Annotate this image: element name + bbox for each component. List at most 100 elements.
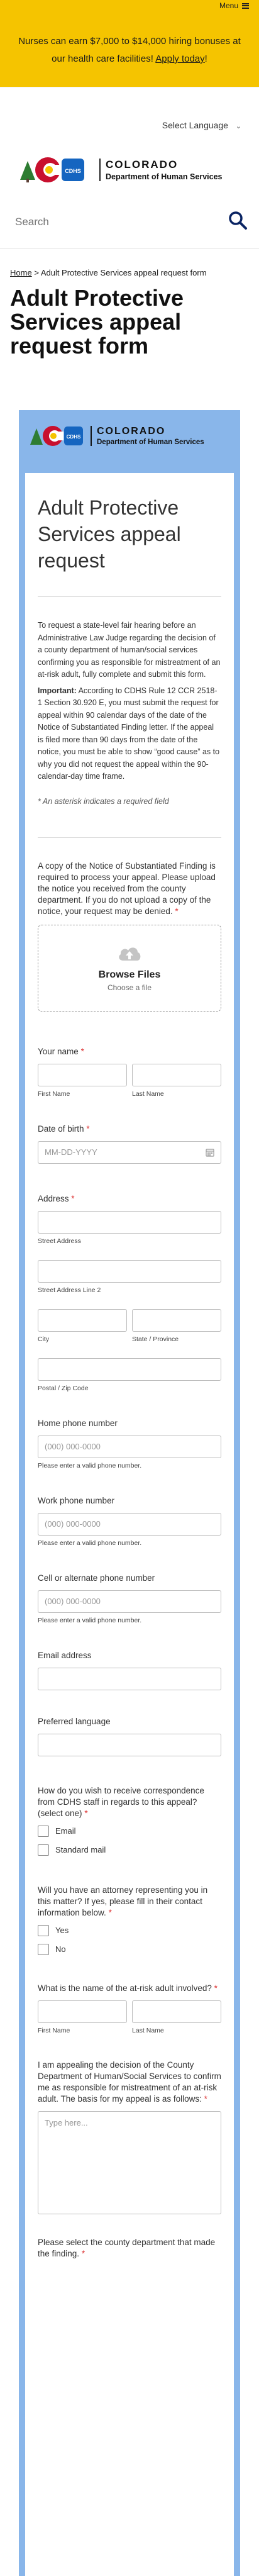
required-asterisk: * [214, 1983, 218, 1993]
county-label: Please select the county department that… [38, 2237, 221, 2260]
site-logo[interactable]: CDHS COLORADO Department of Human Servic… [0, 142, 259, 199]
colorado-logo-icon: CDHS [30, 426, 83, 446]
colorado-logo-icon: CDHS [20, 157, 84, 182]
cell-phone-placeholder: (000) 000-0000 [45, 1597, 101, 1606]
cell-phone-input[interactable]: (000) 000-0000 [38, 1590, 221, 1613]
street2-sublabel: Street Address Line 2 [38, 1286, 101, 1294]
state-input[interactable] [132, 1308, 221, 1332]
form-title: Adult Protective Services appeal request [38, 473, 221, 597]
city-input[interactable] [38, 1308, 127, 1332]
page-title: Adult Protective Services appeal request… [10, 285, 184, 359]
breadcrumb: Home > Adult Protective Services appeal … [0, 249, 259, 277]
dob-label: Date of birth * [38, 1124, 221, 1134]
work-phone-placeholder: (000) 000-0000 [45, 1519, 101, 1529]
adult-last-name-sublabel: Last Name [132, 2026, 164, 2034]
top-bar: Menu [0, 0, 259, 11]
option-email-label: Email [55, 1826, 76, 1836]
correspondence-label: How do you wish to receive correspondenc… [38, 1785, 221, 1819]
svg-text:CDHS: CDHS [65, 168, 81, 174]
required-asterisk: * [84, 1808, 88, 1818]
search-icon[interactable] [228, 210, 248, 230]
required-asterisk: * [80, 1046, 84, 1056]
last-name-sublabel: Last Name [132, 1090, 164, 1098]
postal-code-input[interactable] [38, 1358, 221, 1381]
menu-label: Menu [219, 1, 238, 10]
option-standard-mail-label: Standard mail [55, 1845, 106, 1854]
street-address-input[interactable] [38, 1210, 221, 1234]
search-input[interactable] [15, 213, 216, 231]
work-phone-input[interactable]: (000) 000-0000 [38, 1512, 221, 1536]
adult-last-name-input[interactable] [132, 2000, 221, 2023]
name-label: Your name * [38, 1047, 221, 1056]
logo-text: COLORADO Department of Human Services [99, 159, 222, 181]
adult-first-name-sublabel: First Name [38, 2026, 70, 2034]
apply-today-link[interactable]: Apply today [155, 53, 204, 64]
required-note: * An asterisk indicates a required field [38, 797, 221, 838]
at-risk-adult-label-text: What is the name of the at-risk adult in… [38, 1983, 212, 1993]
no-checkbox[interactable] [38, 1943, 49, 1955]
required-asterisk: * [108, 1907, 112, 1917]
attorney-label: Will you have an attorney representing y… [38, 1885, 221, 1919]
option-no-label: No [55, 1944, 66, 1954]
preferred-language-label: Preferred language [38, 1716, 111, 1726]
appeal-basis-label-text: I am appealing the decision of the Count… [38, 2060, 221, 2104]
language-select[interactable]: Select Language ⌄ [162, 120, 241, 130]
logo-line1: COLORADO [106, 159, 179, 170]
first-name-sublabel: First Name [38, 1090, 70, 1098]
intro-paragraph: To request a state-level fair hearing be… [38, 621, 221, 679]
attorney-label-text: Will you have an attorney representing y… [38, 1885, 208, 1917]
required-asterisk: * [204, 2094, 207, 2104]
browse-files-label: Browse Files [98, 969, 161, 980]
calendar-icon[interactable] [206, 1148, 214, 1157]
breadcrumb-home[interactable]: Home [10, 268, 32, 277]
name-label-text: Your name [38, 1046, 79, 1056]
menu-button[interactable]: Menu [219, 1, 249, 10]
state-sublabel: State / Province [132, 1335, 179, 1343]
home-phone-input[interactable]: (000) 000-0000 [38, 1435, 221, 1458]
option-standard-mail[interactable]: Standard mail [38, 1841, 221, 1860]
option-yes[interactable]: Yes [38, 1921, 221, 1940]
required-asterisk: * [71, 1193, 75, 1203]
form-frame: CDHS COLORADO Department of Human Servic… [19, 410, 240, 2576]
home-phone-hint: Please enter a valid phone number. [38, 1461, 142, 1469]
form-header-logo: CDHS COLORADO Department of Human Servic… [19, 410, 240, 462]
yes-checkbox[interactable] [38, 1924, 49, 1936]
correspondence-label-text: How do you wish to receive correspondenc… [38, 1785, 204, 1818]
choose-file-label: Choose a file [107, 983, 152, 992]
option-no[interactable]: No [38, 1940, 221, 1959]
option-yes-label: Yes [55, 1926, 69, 1935]
email-input[interactable] [38, 1667, 221, 1690]
preferred-language-input[interactable] [38, 1733, 221, 1756]
option-email[interactable]: Email [38, 1822, 221, 1841]
date-of-birth-input[interactable]: MM-DD-YYYY [38, 1140, 221, 1164]
at-risk-adult-label: What is the name of the at-risk adult in… [38, 1983, 221, 1994]
form-header-line1: COLORADO [97, 426, 166, 437]
city-sublabel: City [38, 1335, 50, 1343]
form-header-line2: Department of Human Services [97, 438, 204, 446]
street-address-2-input[interactable] [38, 1259, 221, 1283]
file-dropzone[interactable]: Browse Files Choose a file [38, 924, 221, 1012]
city-state-fields: City State / Province [38, 1308, 221, 1343]
language-label: Select Language [162, 120, 228, 130]
cell-phone-hint: Please enter a valid phone number. [38, 1616, 142, 1624]
language-row: Select Language ⌄ [0, 87, 259, 142]
first-name-input[interactable] [38, 1063, 127, 1086]
form-header-text: COLORADO Department of Human Services [91, 426, 204, 446]
name-fields: First Name Last Name [38, 1063, 221, 1098]
address-label: Address * [38, 1194, 221, 1203]
chevron-down-icon: ⌄ [235, 123, 241, 130]
postal-sublabel: Postal / Zip Code [38, 1384, 89, 1392]
alert-suffix: ! [204, 53, 207, 64]
required-asterisk: * [81, 2248, 85, 2258]
breadcrumb-separator: > [34, 268, 39, 277]
adult-first-name-input[interactable] [38, 2000, 127, 2023]
alert-banner: Nurses can earn $7,000 to $14,000 hiring… [0, 11, 259, 87]
appeal-basis-textarea[interactable]: Type here... [38, 2110, 221, 2214]
cloud-upload-icon [119, 947, 141, 961]
standard-mail-checkbox[interactable] [38, 1844, 49, 1856]
form-intro: To request a state-level fair hearing be… [38, 597, 221, 783]
last-name-input[interactable] [132, 1063, 221, 1086]
appeal-basis-label: I am appealing the decision of the Count… [38, 2060, 221, 2105]
adult-name-fields: First Name Last Name [38, 2000, 221, 2034]
email-checkbox[interactable] [38, 1825, 49, 1837]
